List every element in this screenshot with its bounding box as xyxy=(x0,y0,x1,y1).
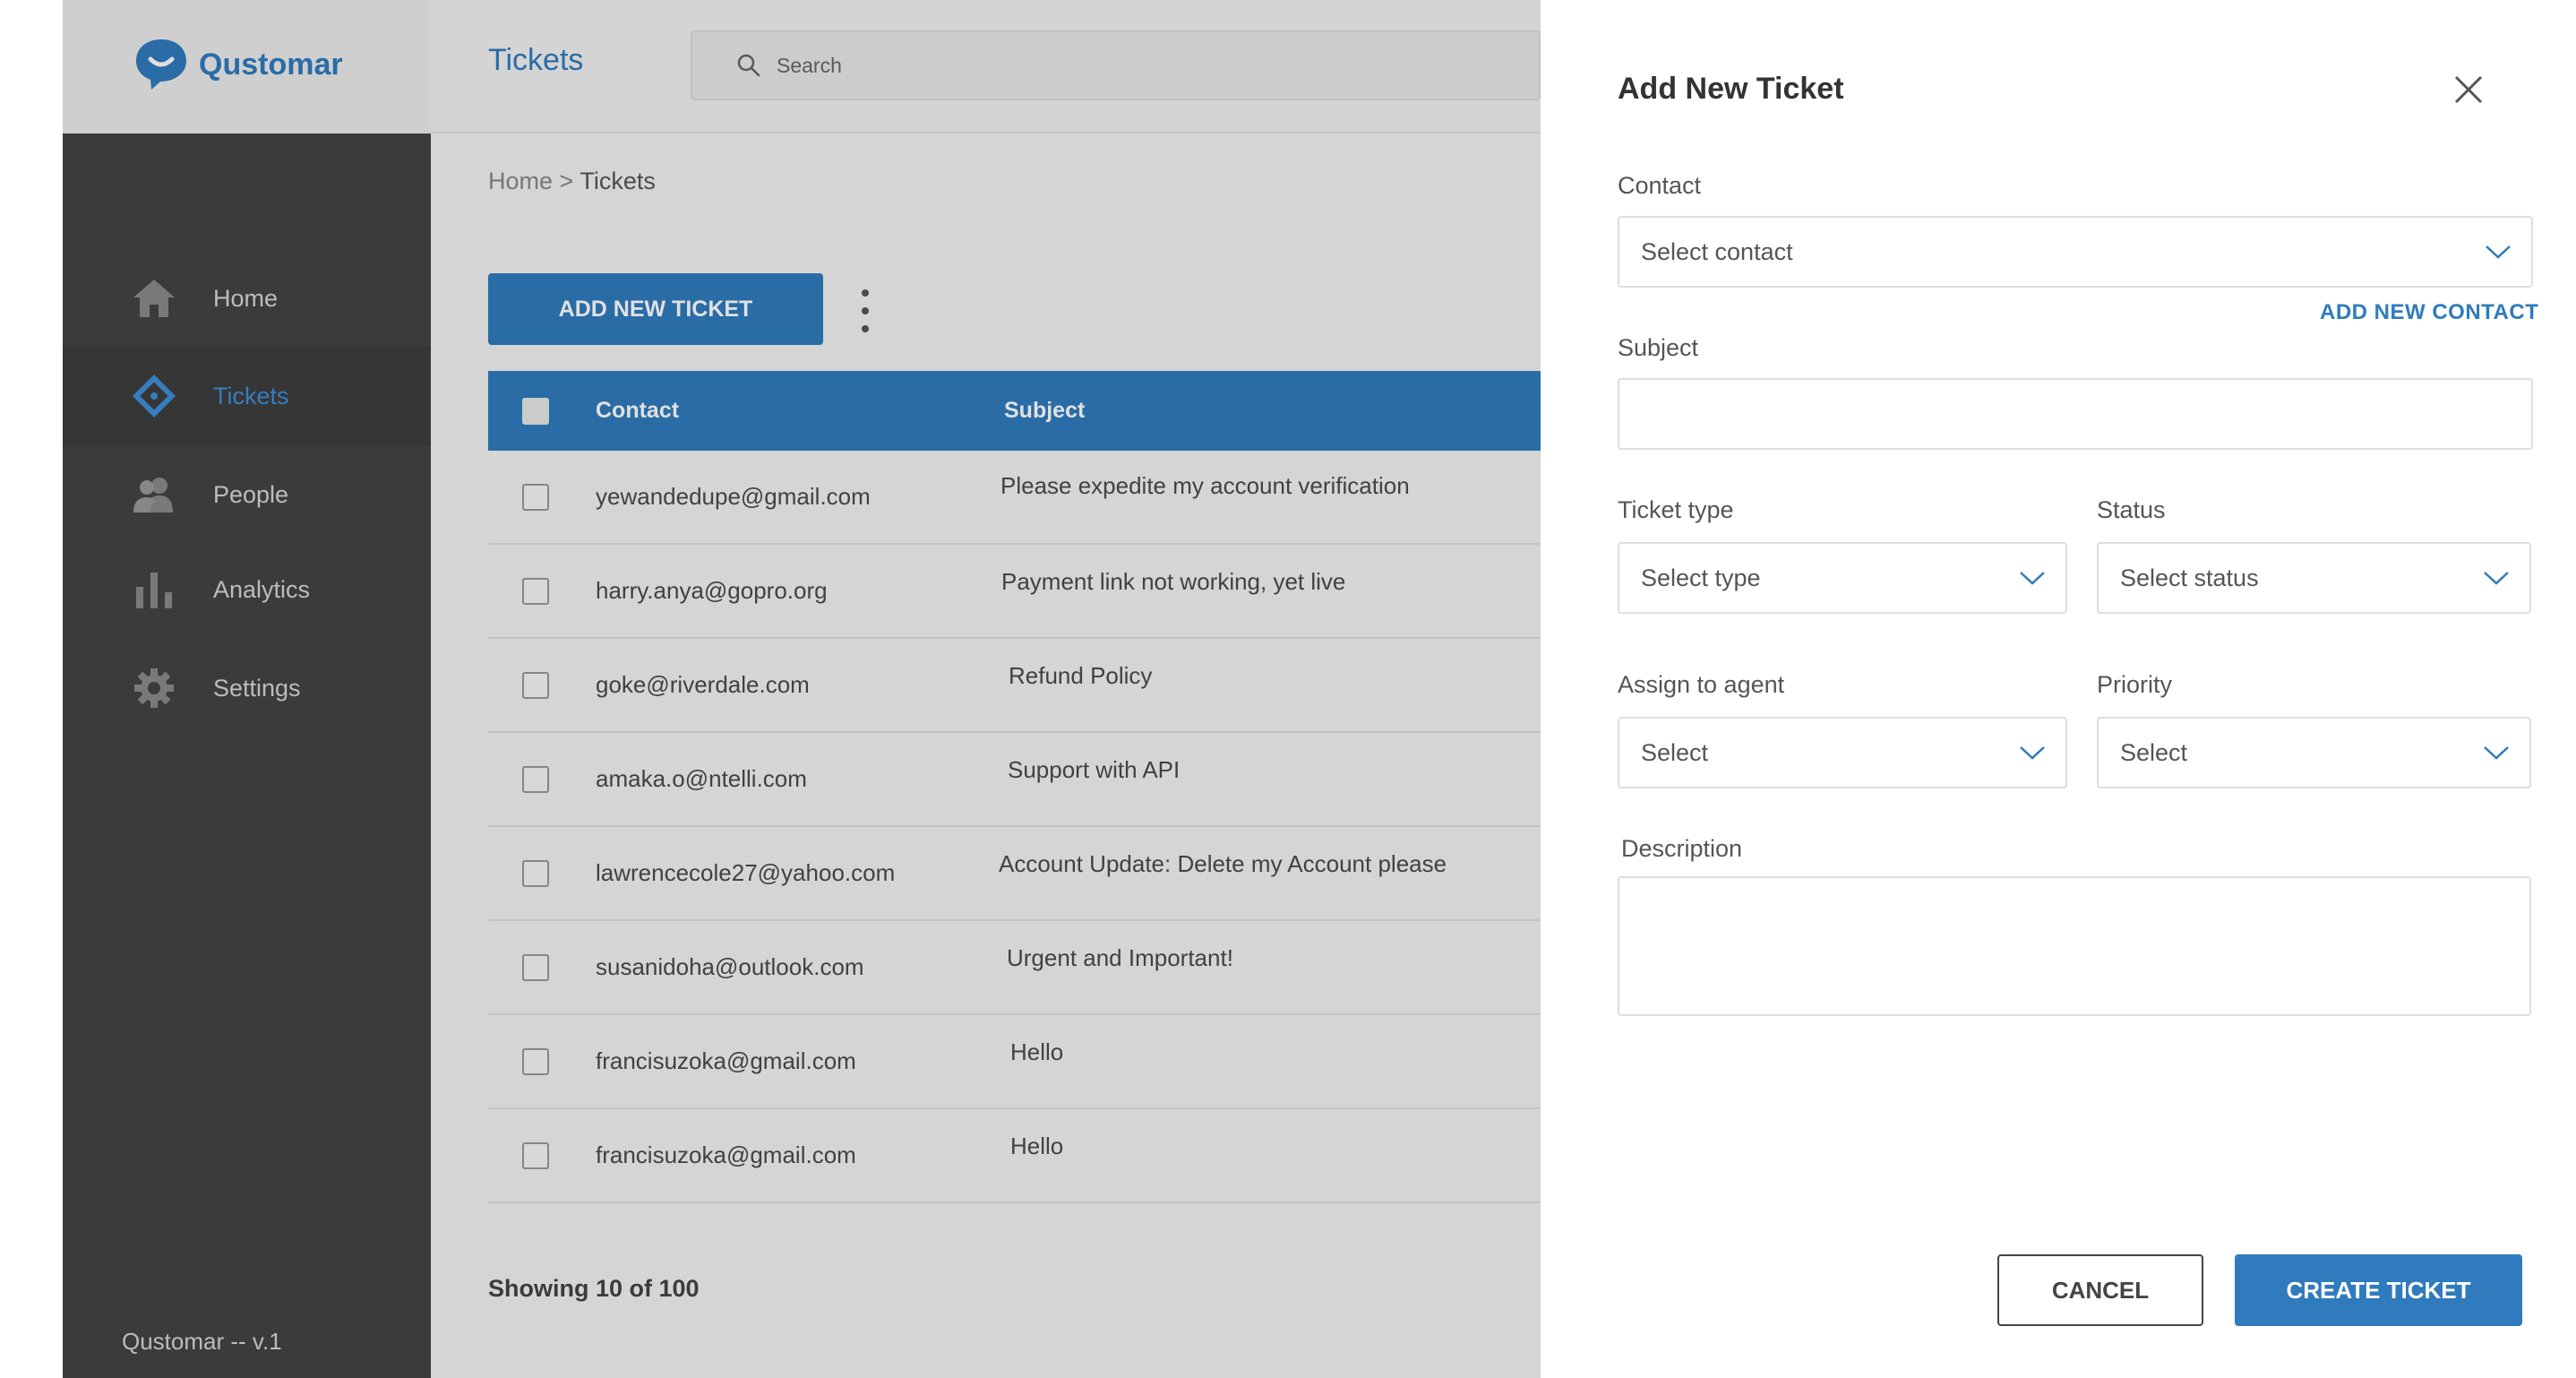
ticket-type-select-value: Select type xyxy=(1641,564,1761,591)
chevron-down-icon xyxy=(2484,572,2509,585)
ticket-type-label: Ticket type xyxy=(1618,496,1734,523)
app-shell: Qustomar Home Tickets People Analytics S… xyxy=(63,0,2576,1378)
status-select[interactable]: Select status xyxy=(2097,542,2531,614)
drawer-title: Add New Ticket xyxy=(1618,72,1844,106)
description-textarea[interactable] xyxy=(1618,876,2531,1016)
chevron-down-icon xyxy=(2020,746,2045,760)
priority-select-value: Select xyxy=(2120,738,2188,766)
chevron-down-icon xyxy=(2484,746,2509,760)
add-new-contact-link[interactable]: ADD NEW CONTACT xyxy=(2320,300,2538,325)
priority-select[interactable]: Select xyxy=(2097,717,2531,788)
description-label: Description xyxy=(1621,835,1743,862)
agent-label: Assign to agent xyxy=(1618,671,1785,698)
add-ticket-drawer: Add New Ticket Contact Select contact AD… xyxy=(1541,0,2576,1378)
agent-select[interactable]: Select xyxy=(1618,717,2067,788)
subject-label: Subject xyxy=(1618,334,1699,361)
chevron-down-icon xyxy=(2486,245,2511,259)
ticket-type-select[interactable]: Select type xyxy=(1618,542,2067,614)
cancel-button[interactable]: CANCEL xyxy=(1997,1254,2203,1326)
contact-select-value: Select contact xyxy=(1641,237,1793,265)
create-ticket-button[interactable]: CREATE TICKET xyxy=(2235,1254,2522,1326)
close-icon[interactable] xyxy=(2451,72,2486,108)
modal-backdrop[interactable] xyxy=(63,0,1541,1378)
priority-label: Priority xyxy=(2097,671,2173,698)
contact-select[interactable]: Select contact xyxy=(1618,216,2533,288)
status-label: Status xyxy=(2097,496,2166,523)
status-select-value: Select status xyxy=(2120,564,2259,591)
screen: Qustomar Home Tickets People Analytics S… xyxy=(0,0,2576,1378)
contact-label: Contact xyxy=(1618,172,1702,199)
subject-input[interactable] xyxy=(1618,378,2533,450)
chevron-down-icon xyxy=(2020,572,2045,585)
agent-select-value: Select xyxy=(1641,738,1709,766)
